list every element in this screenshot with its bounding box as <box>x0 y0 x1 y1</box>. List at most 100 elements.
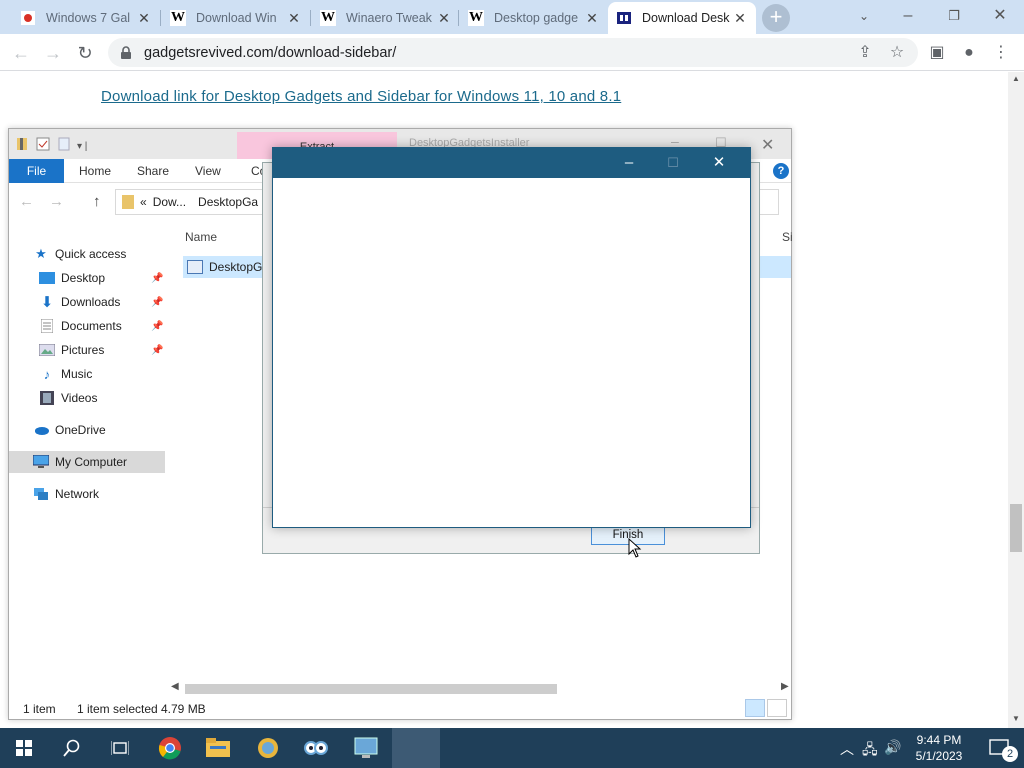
nav-label: OneDrive <box>55 423 106 437</box>
back-icon[interactable]: ← <box>19 193 34 210</box>
horizontal-scrollbar[interactable]: ◀ ▶ <box>169 681 791 697</box>
maximize-icon[interactable]: ☐ <box>653 152 693 174</box>
file-explorer-icon[interactable] <box>194 728 242 768</box>
nav-videos[interactable]: Videos <box>9 387 165 409</box>
scroll-left-icon[interactable]: ◀ <box>171 681 179 692</box>
pin-icon[interactable]: 📌 <box>151 321 163 332</box>
music-icon: ♪ <box>43 366 51 382</box>
quick-access-toolbar-icon[interactable]: ▾ | <box>17 137 107 154</box>
search-icon[interactable] <box>48 728 96 768</box>
reload-icon[interactable]: ↻ <box>72 40 98 66</box>
browser-tab-active[interactable]: Download Desk ✕ <box>608 2 756 34</box>
close-window-icon[interactable]: ✕ <box>980 4 1020 28</box>
dialog-title-bar[interactable]: – ☐ ✕ <box>273 148 750 178</box>
close-icon[interactable]: ✕ <box>584 10 600 27</box>
large-icons-view-icon[interactable] <box>767 699 787 717</box>
nav-network[interactable]: Network <box>9 483 165 505</box>
share-icon[interactable]: ⇪ <box>854 42 876 64</box>
start-button[interactable] <box>0 728 48 768</box>
nav-quick-access[interactable]: ★ Quick access <box>9 243 165 265</box>
chevron-up-icon[interactable]: ︿ <box>840 739 854 759</box>
tab-title: Winaero Tweak <box>346 11 432 25</box>
scrollbar-thumb[interactable] <box>1010 504 1022 552</box>
star-icon: ★ <box>35 246 47 261</box>
browser-tab[interactable]: W Winaero Tweak ✕ <box>312 2 460 34</box>
close-icon[interactable]: ✕ <box>761 135 774 155</box>
page-scrollbar[interactable]: ▲ ▼ <box>1008 72 1024 728</box>
details-view-icon[interactable] <box>745 699 765 717</box>
gadgets-app-icon[interactable] <box>292 728 340 768</box>
nav-pictures[interactable]: Pictures 📌 <box>9 339 165 361</box>
tab-title: Windows 7 Gal <box>46 11 131 25</box>
restore-icon[interactable]: ❐ <box>934 4 974 28</box>
breadcrumb-downloads[interactable]: Dow... <box>153 195 186 209</box>
svg-text:▾ |: ▾ | <box>77 141 87 151</box>
browser-tab[interactable]: Windows 7 Gal ✕ <box>12 2 160 34</box>
column-header-size[interactable]: Si <box>782 230 793 244</box>
system-clock[interactable]: 9:44 PM 5/1/2023 <box>904 732 974 764</box>
installer-app-icon[interactable] <box>342 728 390 768</box>
nav-downloads[interactable]: ⬇ Downloads 📌 <box>9 291 165 313</box>
nav-label: Desktop <box>61 271 106 285</box>
nav-music[interactable]: ♪ Music <box>9 363 165 385</box>
pin-icon[interactable]: 📌 <box>151 297 163 308</box>
task-view-icon[interactable] <box>96 728 144 768</box>
download-link[interactable]: Download link for Desktop Gadgets and Si… <box>101 88 621 105</box>
ribbon-tab-file[interactable]: File <box>9 159 64 183</box>
browser-tab[interactable]: W Desktop gadge ✕ <box>460 2 608 34</box>
active-window-slot[interactable] <box>392 728 440 768</box>
nav-my-computer[interactable]: My Computer <box>9 451 165 473</box>
help-icon[interactable]: ? <box>773 163 789 179</box>
nav-documents[interactable]: Documents 📌 <box>9 315 165 337</box>
scroll-down-icon[interactable]: ▼ <box>1012 714 1020 723</box>
notification-count-badge: 2 <box>1002 746 1018 762</box>
nav-desktop[interactable]: Desktop 📌 <box>9 267 165 289</box>
back-icon[interactable]: ← <box>8 40 34 66</box>
close-icon[interactable]: ✕ <box>699 152 739 174</box>
status-item-count: 1 item <box>23 702 56 716</box>
volume-icon[interactable]: 🔊 <box>884 739 901 756</box>
chrome-icon[interactable] <box>146 728 194 768</box>
download-arrow-icon: ⬇ <box>40 294 54 311</box>
globe-app-icon[interactable] <box>244 728 292 768</box>
profile-icon[interactable]: ● <box>958 42 980 64</box>
network-tray-icon[interactable]: 🖧 <box>862 739 878 763</box>
minimize-icon[interactable]: – <box>609 152 649 174</box>
forward-icon[interactable]: → <box>49 193 64 210</box>
minimize-icon[interactable]: – <box>888 4 928 28</box>
close-icon[interactable]: ✕ <box>286 10 302 27</box>
wikipedia-favicon-icon: W <box>468 10 484 26</box>
new-tab-button[interactable]: + <box>762 4 790 32</box>
up-icon[interactable]: ↑ <box>93 193 101 210</box>
browser-tab[interactable]: W Download Win ✕ <box>162 2 310 34</box>
forward-icon[interactable]: → <box>40 40 66 66</box>
close-icon[interactable]: ✕ <box>436 10 452 27</box>
ribbon-tab-view[interactable]: View <box>195 164 221 178</box>
ribbon-tab-share[interactable]: Share <box>137 164 169 178</box>
scrollbar-thumb[interactable] <box>185 684 557 694</box>
address-bar[interactable]: gadgetsrevived.com/download-sidebar/ <box>108 38 918 67</box>
scroll-right-icon[interactable]: ▶ <box>781 681 789 692</box>
tab-search-icon[interactable]: ⌄ <box>844 4 884 28</box>
navigation-pane: ★ Quick access Desktop 📌 ⬇ Downloads 📌 D… <box>9 239 169 679</box>
star-icon[interactable]: ☆ <box>886 42 908 64</box>
nav-onedrive[interactable]: OneDrive <box>9 419 165 441</box>
breadcrumb-current[interactable]: DesktopGa <box>198 195 258 209</box>
close-icon[interactable]: ✕ <box>732 10 748 27</box>
mouse-cursor-icon <box>628 537 642 558</box>
browser-toolbar: ← → ↻ gadgetsrevived.com/download-sideba… <box>0 34 1024 71</box>
side-panel-icon[interactable]: ▣ <box>926 42 948 64</box>
cloud-icon <box>33 422 49 438</box>
close-icon[interactable]: ✕ <box>136 10 152 27</box>
breadcrumb-prefix: « <box>140 195 147 209</box>
file-name: DesktopGa <box>209 260 270 274</box>
column-header-name[interactable]: Name <box>185 230 217 244</box>
scroll-up-icon[interactable]: ▲ <box>1012 74 1020 83</box>
notification-center-icon[interactable]: 2 <box>976 728 1024 768</box>
nav-label: My Computer <box>55 455 128 469</box>
winaero-favicon-icon: W <box>320 10 336 26</box>
menu-icon[interactable]: ⋮ <box>990 42 1012 64</box>
pin-icon[interactable]: 📌 <box>151 345 163 356</box>
pin-icon[interactable]: 📌 <box>151 273 163 284</box>
ribbon-tab-home[interactable]: Home <box>79 164 111 178</box>
